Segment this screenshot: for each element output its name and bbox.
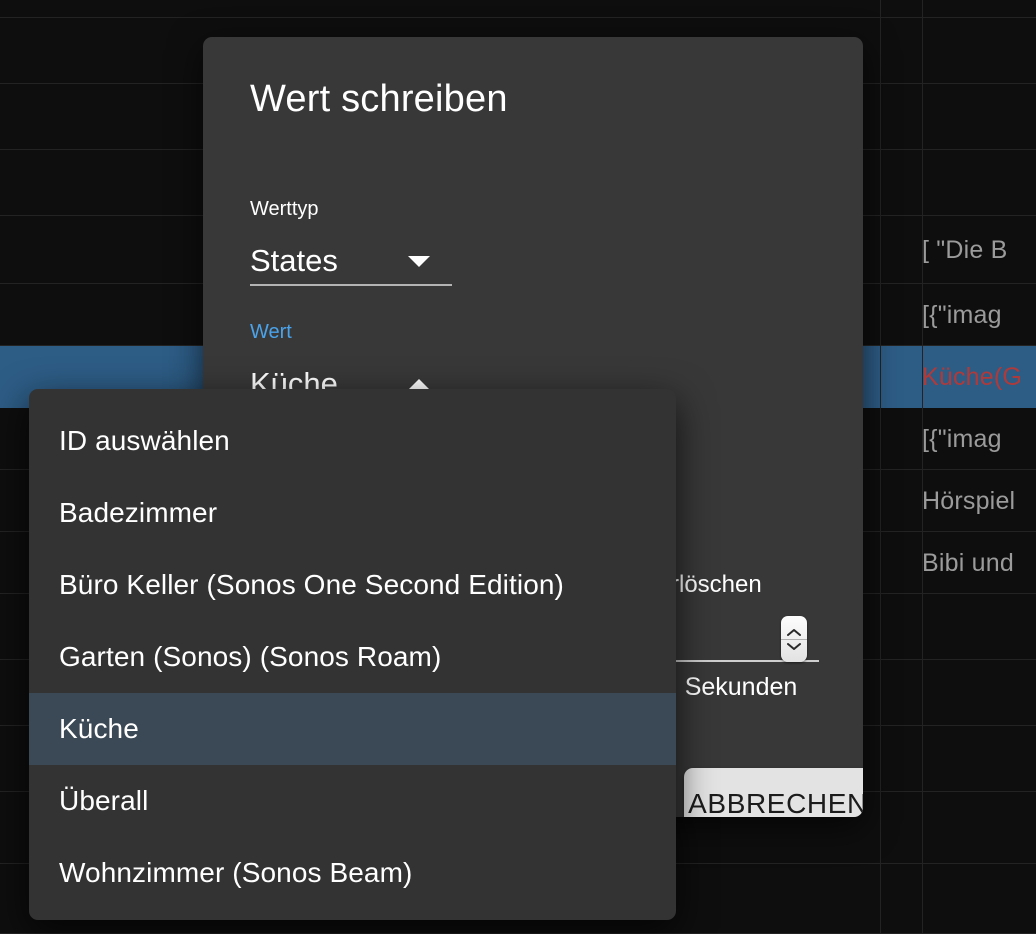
seconds-field[interactable]: Sekunden (671, 612, 819, 700)
app-root: [ "Die B [{"imag Küche(G [{"imag Hörspiel Bib… (0, 0, 1036, 934)
value-dropdown-menu[interactable]: ID auswählen Badezimmer Büro Keller (Sonos… (29, 389, 676, 920)
table-cell-value: Bibi und (922, 549, 1014, 577)
table-cell-value: [{"imag (922, 425, 1002, 453)
value-type-underline (250, 284, 452, 286)
dropdown-item-0[interactable]: ID auswählen (29, 405, 676, 477)
dropdown-item-6[interactable]: Wohnzimmer (Sonos Beam) (29, 837, 676, 909)
dropdown-item-3[interactable]: Garten (Sonos) (Sonos Roam) (29, 621, 676, 693)
seconds-input[interactable] (671, 612, 819, 662)
spinner-up-down-icon[interactable] (781, 616, 807, 662)
table-cell-value: Hörspiel (922, 487, 1016, 515)
cancel-button[interactable]: ABBRECHEN (684, 768, 863, 817)
value-type-value: States (250, 243, 338, 278)
table-cell-value: [{"imag (922, 301, 1002, 329)
value-type-control[interactable]: States (250, 232, 452, 276)
chevron-down-icon (408, 256, 430, 267)
table-cell-value: Küche(G (922, 363, 1023, 391)
page-title: Wert schreiben (250, 78, 508, 120)
dropdown-item-5[interactable]: Überall (29, 765, 676, 837)
table-column-divider (880, 0, 881, 934)
dropdown-item-4[interactable]: Küche (29, 693, 676, 765)
dropdown-item-2[interactable]: Büro Keller (Sonos One Second Edition) (29, 549, 676, 621)
table-cell-value: [ "Die B (922, 236, 1008, 264)
table-column-divider (922, 0, 923, 934)
value-type-select[interactable]: Werttyp States (250, 197, 452, 286)
delete-after-label: rlöschen (671, 571, 762, 598)
dropdown-item-1[interactable]: Badezimmer (29, 477, 676, 549)
value-label: Wert (250, 321, 292, 343)
seconds-caption: Sekunden (684, 673, 798, 701)
value-type-label: Werttyp (250, 198, 319, 220)
